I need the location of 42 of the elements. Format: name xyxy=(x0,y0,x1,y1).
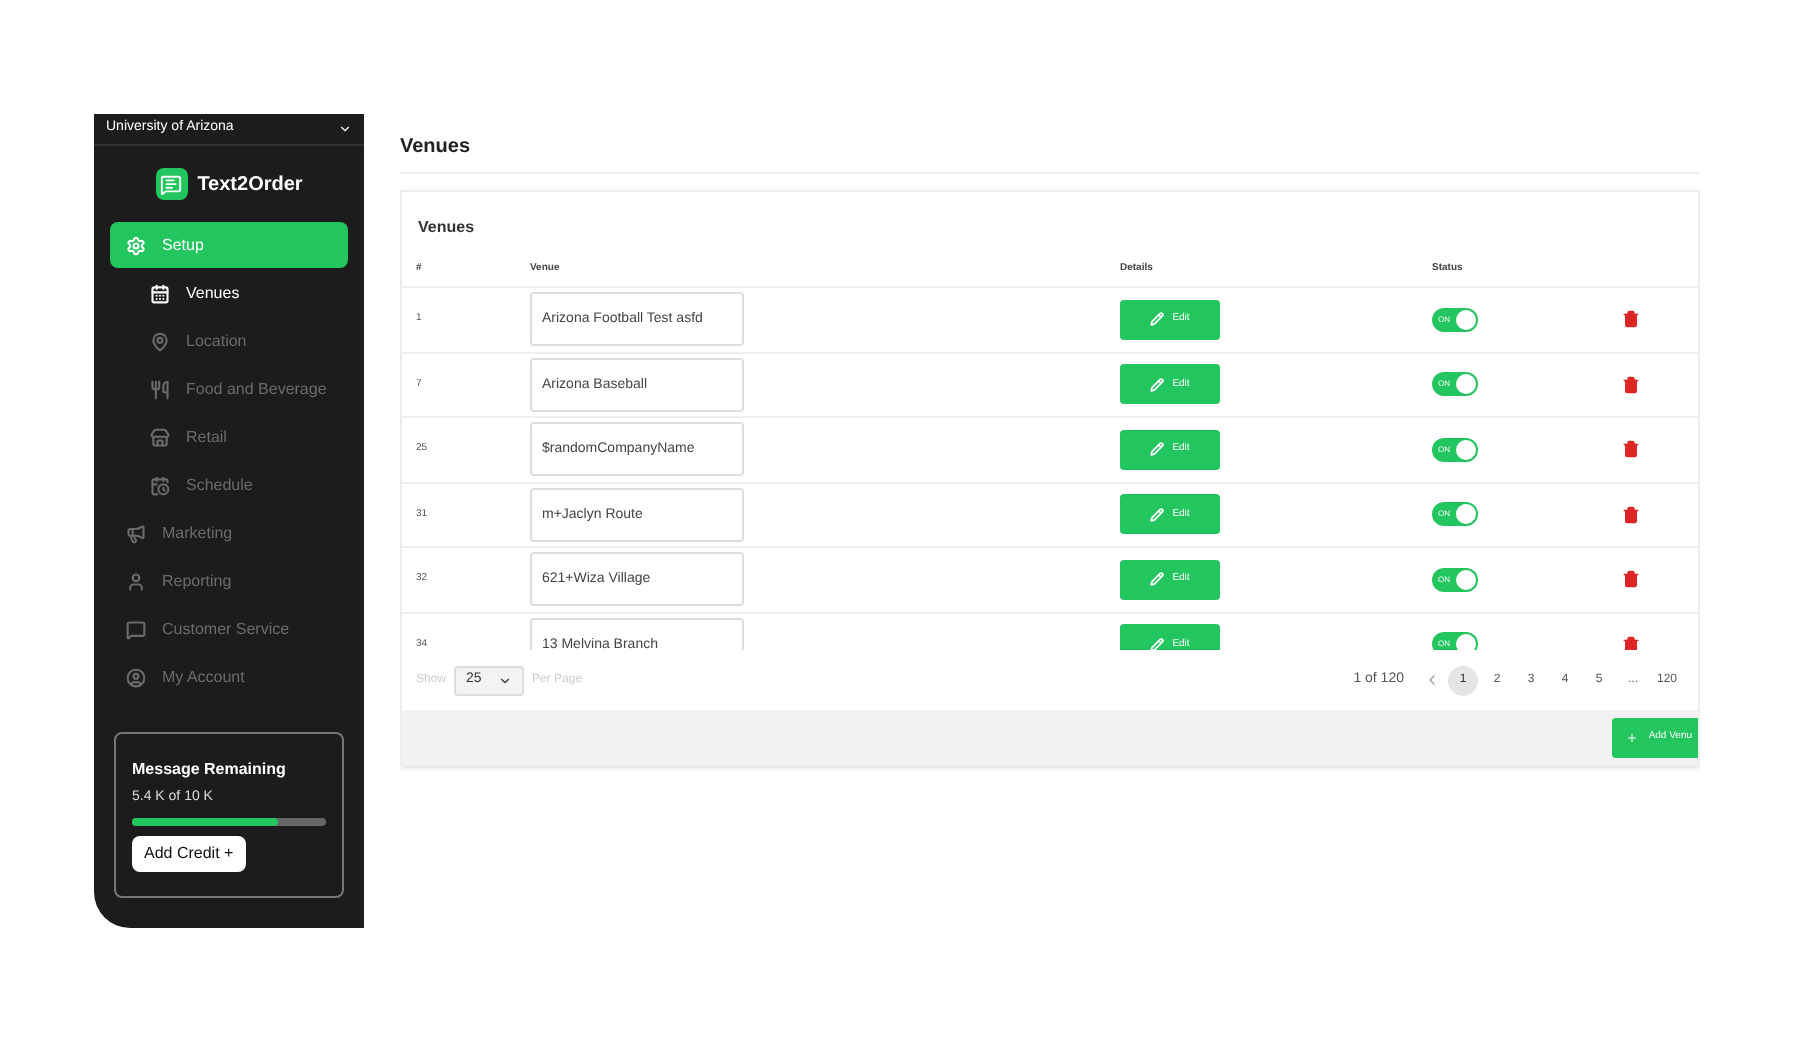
delete-icon[interactable] xyxy=(1622,375,1640,394)
map-pin-icon xyxy=(150,331,170,351)
pencil-icon xyxy=(1150,637,1165,650)
chat-icon xyxy=(126,619,146,639)
caret-icon xyxy=(338,122,352,136)
sidebar-item[interactable]: Location xyxy=(110,318,348,364)
logo: Text2Order xyxy=(94,146,364,222)
sidebar-item[interactable]: Setup xyxy=(110,222,348,268)
logo-icon xyxy=(155,168,188,200)
sidebar-item[interactable]: Customer Service xyxy=(110,606,348,652)
delete-icon[interactable] xyxy=(1622,440,1640,459)
previous-page-icon[interactable] xyxy=(1424,672,1440,688)
sidebar-item[interactable]: Schedule xyxy=(110,462,348,508)
page-title: Venues xyxy=(400,134,473,162)
sidebar-item[interactable]: Retail xyxy=(110,414,348,460)
delete-icon[interactable] xyxy=(1622,505,1640,524)
store-icon xyxy=(150,427,170,447)
plus-icon xyxy=(1626,731,1639,743)
person-icon xyxy=(126,571,146,591)
utensils-icon xyxy=(150,379,170,399)
add-credit-button[interactable]: Add Credit + xyxy=(132,835,246,871)
card-title: Venues xyxy=(416,216,477,240)
delete-icon[interactable] xyxy=(1622,635,1640,650)
gear-icon xyxy=(126,235,146,255)
pencil-icon xyxy=(1150,507,1165,522)
megaphone-icon xyxy=(126,523,146,543)
pencil-icon xyxy=(1150,572,1165,587)
delete-icon[interactable] xyxy=(1622,310,1640,329)
calendar-clock-icon xyxy=(150,475,170,495)
sidebar-item[interactable]: Venues xyxy=(110,270,348,316)
calendar-icon xyxy=(150,283,170,303)
sidebar-item[interactable]: Marketing xyxy=(110,510,348,556)
sidebar-item[interactable]: My Account xyxy=(110,654,348,700)
sidebar-item[interactable]: Reporting xyxy=(110,558,348,604)
pencil-icon xyxy=(1150,442,1165,457)
credits-title: Message Remaining xyxy=(132,758,288,782)
delete-icon[interactable] xyxy=(1622,570,1640,589)
caret-icon xyxy=(498,673,513,687)
pencil-icon xyxy=(1150,377,1165,392)
sidebar-item[interactable]: Food and Beverage xyxy=(110,366,348,412)
user-circle-icon xyxy=(126,667,146,687)
pencil-icon xyxy=(1150,312,1165,327)
